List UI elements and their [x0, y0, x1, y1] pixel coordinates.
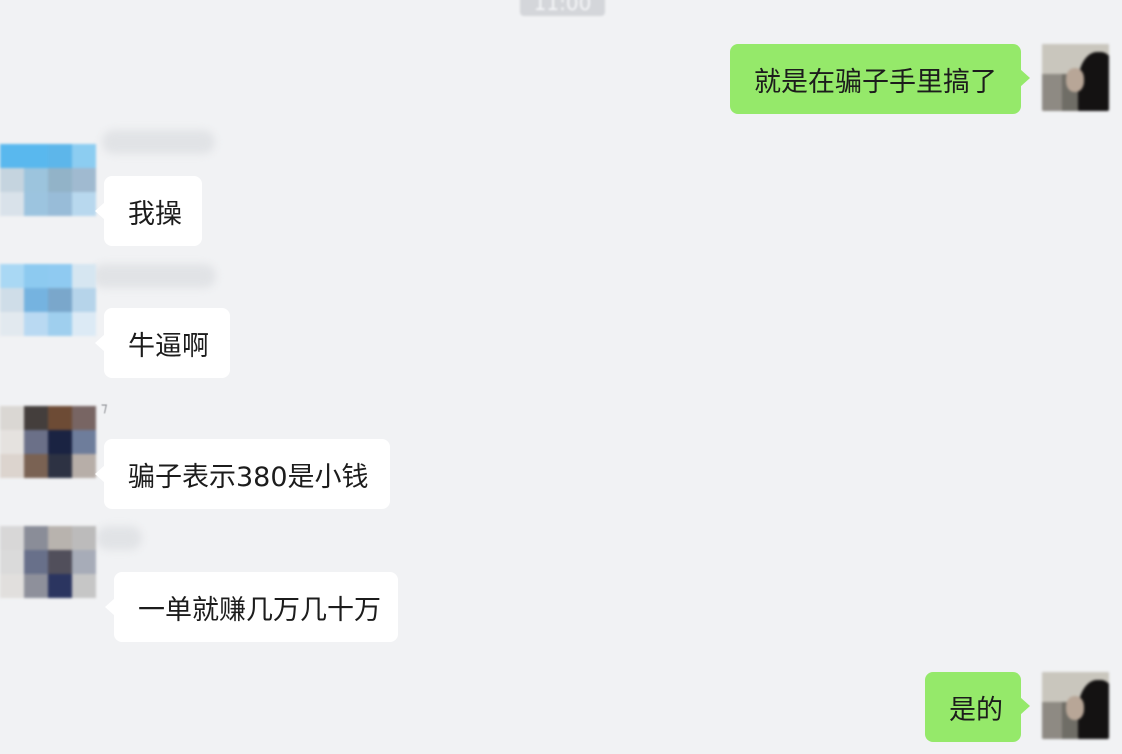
avatar-pixel — [72, 168, 96, 192]
message-text: 我操 — [128, 198, 182, 230]
avatar-pixel — [72, 192, 96, 216]
avatar-pixel — [24, 312, 48, 336]
avatar-pixel — [72, 406, 96, 430]
message-text: 牛逼啊 — [128, 330, 209, 362]
avatar-image — [0, 144, 96, 216]
avatar-pixel — [24, 288, 48, 312]
avatar-pixel — [48, 406, 72, 430]
avatar-pixel — [0, 550, 24, 574]
incoming-message-bubble[interactable]: 骗子表示380是小钱 — [95, 439, 390, 509]
avatar-pixel — [0, 144, 24, 168]
avatar-pixel — [24, 192, 48, 216]
avatar-pixel — [48, 192, 72, 216]
avatar-pixel — [24, 574, 48, 598]
avatar-pixel — [24, 264, 48, 288]
self-avatar[interactable] — [1042, 672, 1109, 739]
avatar-pixel — [0, 192, 24, 216]
incoming-message-bubble[interactable]: 牛逼啊 — [95, 308, 230, 378]
avatar-pixel — [0, 168, 24, 192]
avatar-pixel — [48, 550, 72, 574]
avatar-pixel — [48, 312, 72, 336]
sender-name-blurred — [102, 130, 215, 154]
avatar-pixel — [24, 406, 48, 430]
avatar-pixel — [0, 406, 24, 430]
message-text: 骗子表示380是小钱 — [128, 461, 369, 493]
avatar-pixel — [48, 574, 72, 598]
incoming-message-bubble[interactable]: 一单就赚几万几十万 — [105, 572, 398, 642]
avatar-pixel — [72, 526, 96, 550]
avatar-pixel — [72, 264, 96, 288]
message-text: 是的 — [949, 694, 1003, 726]
avatar-pixel — [0, 454, 24, 478]
avatar-pixel — [24, 526, 48, 550]
sender-name-blurred — [92, 264, 216, 288]
avatar-pixel — [72, 550, 96, 574]
avatar-image — [0, 264, 96, 336]
sender-name-blurred — [96, 526, 142, 550]
contact-avatar[interactable] — [0, 144, 96, 216]
self-avatar[interactable] — [1042, 44, 1109, 111]
avatar-pixel — [24, 550, 48, 574]
outgoing-message-bubble[interactable]: 是的 — [925, 672, 1030, 742]
avatar-pixel — [24, 454, 48, 478]
avatar-pixel — [48, 526, 72, 550]
message-text: 就是在骗子手里搞了 — [754, 66, 997, 98]
blurred-name-fragment: ⁊ — [101, 401, 108, 416]
contact-avatar[interactable] — [0, 526, 96, 622]
avatar-pixel — [48, 264, 72, 288]
avatar-pixel — [0, 526, 24, 550]
avatar-pixel — [0, 574, 24, 598]
avatar-pixel — [48, 454, 72, 478]
message-text: 一单就赚几万几十万 — [138, 594, 381, 626]
avatar-pixel — [0, 264, 24, 288]
avatar-pixel — [24, 430, 48, 454]
avatar-pixel — [0, 288, 24, 312]
avatar-pixel — [0, 312, 24, 336]
contact-avatar[interactable] — [0, 406, 96, 478]
avatar-pixel — [48, 144, 72, 168]
avatar-image — [0, 526, 96, 598]
avatar-pixel — [48, 430, 72, 454]
avatar-pixel — [48, 168, 72, 192]
avatar-image — [0, 406, 96, 478]
outgoing-message-bubble[interactable]: 就是在骗子手里搞了 — [730, 44, 1030, 114]
avatar-pixel — [72, 288, 96, 312]
avatar-pixel — [24, 168, 48, 192]
avatar-pixel — [72, 574, 96, 598]
avatar-pixel — [0, 430, 24, 454]
avatar-pixel — [72, 430, 96, 454]
avatar-pixel — [48, 288, 72, 312]
message-timestamp: 11:00 — [520, 0, 605, 16]
chat-conversation: 11:00 就是在骗子手里搞了 我操 牛逼啊 ⁊ 骗子表示380是小钱 一单就赚… — [0, 0, 1122, 754]
contact-avatar[interactable] — [0, 264, 96, 336]
avatar-pixel — [24, 144, 48, 168]
incoming-message-bubble[interactable]: 我操 — [95, 176, 202, 246]
avatar-pixel — [72, 144, 96, 168]
avatar-pixel — [72, 312, 96, 336]
avatar-pixel — [72, 454, 96, 478]
